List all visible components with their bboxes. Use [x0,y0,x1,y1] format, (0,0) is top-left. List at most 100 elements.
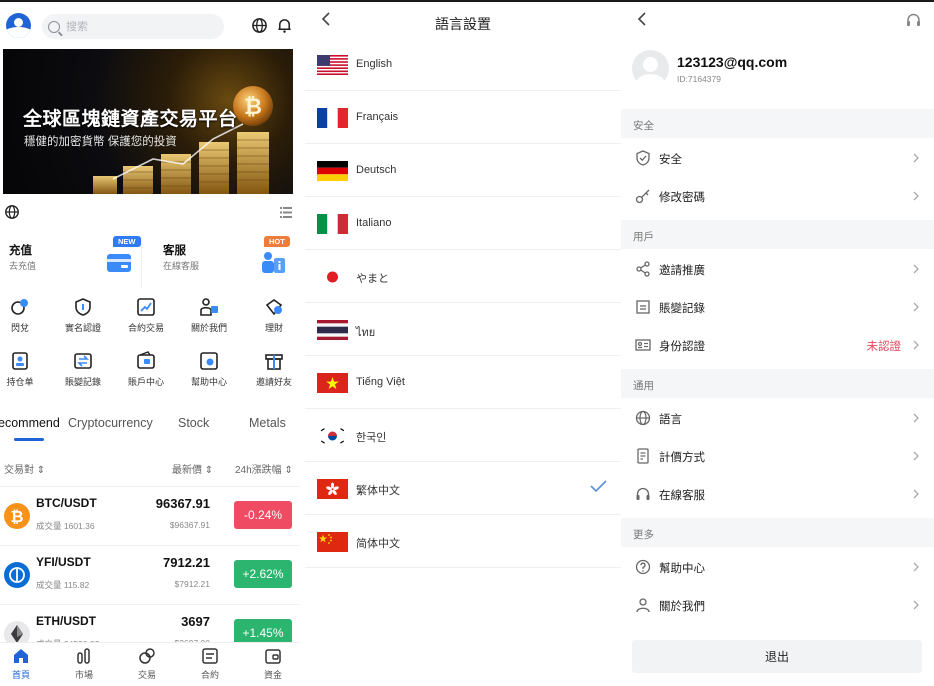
nav-contract[interactable]: 合約 [185,647,235,681]
yfi-icon [4,562,30,588]
language-label: Français [356,111,399,123]
chevron-right-icon [913,562,919,572]
pair-name: YFI/USDT [36,555,91,569]
language-item-korean[interactable]: 한국인 [305,409,621,462]
language-item-vietnamese[interactable]: Tiếng Việt [305,356,621,409]
active-tab-indicator [14,438,44,441]
section-security-title: 安全 [621,109,934,138]
language-label: 한국인 [356,432,387,444]
language-label: 简体中文 [356,538,400,550]
promo-banner[interactable]: ₿ 全球區塊鏈資產交易平台 穩健的加密貨幣 保護您的投資 [3,49,293,194]
globe-icon[interactable] [4,204,20,220]
nav-label: 首頁 [11,670,30,680]
grid-label: 合約交易 [127,323,164,333]
language-item-traditional-chinese[interactable]: 繁体中文 [305,462,621,515]
kr-flag-icon [317,426,348,446]
de-flag-icon [317,161,348,181]
menu-item-invite[interactable]: 邀請推廣 [621,250,934,288]
document-icon [636,300,650,314]
grid-item-records[interactable]: 賬變記錄 [53,348,113,398]
list-icon[interactable] [280,207,292,218]
search-icon [48,20,60,33]
language-label: 繁体中文 [356,485,400,497]
language-item-italian[interactable]: Italiano [305,197,621,250]
pair-price: 96367.91 [155,496,210,511]
search-input[interactable] [66,20,206,33]
grid-item-about[interactable]: 關於我們 [179,294,239,344]
nav-trade[interactable]: 交易 [122,647,172,681]
menu-item-about-us[interactable]: 關於我們 [621,586,934,624]
key-icon [635,189,650,204]
hk-flag-icon [317,479,348,499]
search-bar[interactable] [42,14,224,39]
tab-metals[interactable]: Metals [249,416,286,430]
market-table-header: 交易對 ⇕ 最新價 ⇕ 24h漲跌幅 ⇕ [0,458,300,478]
chevron-right-icon [913,340,919,350]
grid-item-invite[interactable]: 邀請好友 [244,348,300,398]
menu-item-identity[interactable]: 身份認證 未認證 [621,326,934,364]
menu-item-security[interactable]: 安全 [621,139,934,177]
menu-item-pricing[interactable]: 計價方式 [621,437,934,475]
bell-icon[interactable] [276,17,293,34]
chevron-right-icon [913,413,919,423]
app-logo-icon [6,13,31,38]
pair-fiat-price: $96367.91 [169,520,210,530]
nav-market[interactable]: 市場 [59,647,109,681]
language-item-japanese[interactable]: やまと [305,250,621,303]
exchange-record-icon [74,353,92,369]
col-price[interactable]: 最新價 ⇕ [172,461,213,476]
language-label: English [356,58,393,70]
grid-label: 閃兌 [10,323,29,333]
language-item-german[interactable]: Deutsch [305,144,621,197]
grid-item-account[interactable]: 賬戶中心 [116,348,176,398]
grid-item-help[interactable]: 幫助中心 [179,348,239,398]
grid-label: 賬戶中心 [127,377,164,387]
pair-price: 7912.21 [163,555,210,570]
market-row[interactable]: ₿ BTC/USDT 成交量 1601.36 96367.91 $96367.9… [0,486,300,544]
headset-icon[interactable] [906,13,921,27]
nav-assets[interactable]: 資金 [248,647,298,681]
trade-icon [139,648,155,664]
wallet-icon [137,351,155,369]
language-item-thai[interactable]: ไทย [305,303,621,356]
language-item-french[interactable]: Français [305,91,621,144]
support-subtitle: 在線客服 [163,261,200,271]
language-label: Deutsch [356,164,397,176]
swap-icon [11,299,28,315]
language-label: Tiếng Việt [356,376,405,388]
user-email: 123123@qq.com [677,54,788,70]
tab-stock[interactable]: Stock [178,416,209,430]
page-title: 語言設置 [435,16,491,32]
menu-item-language[interactable]: 語言 [621,399,934,437]
menu-item-help-center[interactable]: 幫助中心 [621,548,934,586]
menu-item-change-password[interactable]: 修改密碼 [621,177,934,215]
menu-item-support[interactable]: 在線客服 [621,475,934,513]
support-card[interactable]: 客服 在線客服 HOT [154,236,296,288]
col-pair[interactable]: 交易對 ⇕ [4,461,45,476]
grid-item-contract[interactable]: 合約交易 [116,294,176,344]
grid-item-swap[interactable]: 閃兌 [0,294,50,344]
nav-home[interactable]: 首頁 [0,647,46,681]
menu-label: 語言 [659,414,682,426]
globe-icon[interactable] [251,17,268,34]
assets-icon [265,649,281,664]
language-item-simplified-chinese[interactable]: 简体中文 [305,515,621,568]
logout-button[interactable]: 退出 [632,640,922,673]
pair-volume: 成交量 1601.36 [36,521,95,531]
language-item-english[interactable]: English [305,38,621,91]
grid-item-kyc[interactable]: 實名認證 [53,294,113,344]
language-label: ไทย [356,327,376,339]
avatar[interactable] [632,50,669,87]
back-arrow-icon[interactable] [637,12,647,26]
deposit-card[interactable]: 充值 去充值 NEW [0,236,142,288]
section-general-title: 通用 [621,369,934,398]
menu-item-account-records[interactable]: 賬變記錄 [621,288,934,326]
market-row[interactable]: YFI/USDT 成交量 115.82 7912.21 $7912.21 +2.… [0,545,300,603]
grid-item-finance[interactable]: 理財 [244,294,300,344]
col-change[interactable]: 24h漲跌幅 ⇕ [235,461,293,476]
nav-label: 合約 [200,670,219,680]
tab-cryptocurrency[interactable]: Cryptocurrency [68,416,153,430]
grid-item-positions[interactable]: 持仓单 [0,348,50,398]
grid-label: 邀請好友 [255,377,292,387]
tab-recommend[interactable]: ecommend [0,416,60,430]
